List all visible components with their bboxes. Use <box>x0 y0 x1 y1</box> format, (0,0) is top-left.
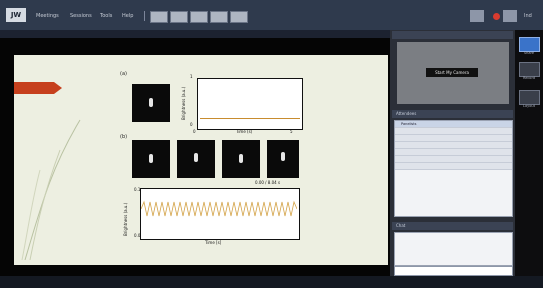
top-plot-x-end: 5 <box>290 129 293 134</box>
chat-header-label: Chat <box>396 223 406 228</box>
section-label: Panelists <box>401 122 417 126</box>
record-label: Record <box>522 76 536 80</box>
status-icon[interactable] <box>470 10 484 22</box>
app-logo: JW <box>6 8 26 22</box>
record-indicator-icon[interactable] <box>493 13 500 20</box>
cell-blob <box>239 154 243 163</box>
layout-label: Layout <box>523 104 535 108</box>
bottom-status-bar <box>0 276 543 288</box>
list-item[interactable] <box>395 142 512 149</box>
bottom-plot-series <box>141 200 297 217</box>
attendees-list: Panelists <box>394 120 513 217</box>
tool-button-4[interactable] <box>210 11 228 23</box>
tool-button-3[interactable] <box>190 11 208 23</box>
section-row[interactable]: Panelists <box>395 121 512 128</box>
menu-sessions[interactable]: Sessions <box>70 13 92 19</box>
chat-input[interactable] <box>394 266 513 276</box>
record-button[interactable] <box>519 62 540 77</box>
top-plot-x-start: 0 <box>193 129 196 134</box>
slide-toolbar <box>0 30 390 38</box>
bottom-plot-y-start: 0.0 <box>134 233 141 238</box>
grass-decoration <box>21 119 81 260</box>
user-label[interactable]: Ind <box>524 13 532 19</box>
toolbar-separator <box>144 11 145 21</box>
top-plot <box>197 78 303 130</box>
slide-arrow-decoration <box>14 82 62 94</box>
top-plot-series <box>200 118 300 119</box>
panel-a-label: (a) <box>120 71 127 77</box>
chat-area <box>394 232 513 266</box>
cell-blob <box>149 98 153 107</box>
list-item[interactable] <box>395 135 512 142</box>
tool-button-1[interactable] <box>150 11 168 23</box>
list-item[interactable] <box>395 128 512 135</box>
time-stamp: 0.00 / 8.04 s <box>255 180 281 185</box>
bottom-plot-ylabel: Brightness (a.u.) <box>123 202 128 236</box>
start-camera-button[interactable]: Start My Camera <box>426 68 478 77</box>
list-item[interactable] <box>395 163 512 170</box>
menu-meetings[interactable]: Meetings <box>36 13 59 19</box>
bottom-plot-xlabel: Time [s] <box>205 240 222 245</box>
tool-button-2[interactable] <box>170 11 188 23</box>
share-button[interactable] <box>519 37 540 52</box>
top-plot-ylabel: Brightness (a.u.) <box>181 86 186 120</box>
attendees-header-label: Attendees <box>396 111 417 116</box>
top-plot-xlabel: Time (s) <box>236 129 253 134</box>
share-label: Share <box>523 51 535 55</box>
menu-tools[interactable]: Tools <box>100 13 112 19</box>
audio-icon[interactable] <box>503 10 517 22</box>
attendees-header: Attendees <box>392 110 513 118</box>
video-panel-header <box>392 31 513 39</box>
list-item[interactable] <box>395 149 512 156</box>
cell-blob <box>281 152 285 161</box>
tool-button-5[interactable] <box>230 11 248 23</box>
menu-help[interactable]: Help <box>122 13 133 19</box>
layout-button[interactable] <box>519 90 540 105</box>
panel-b-label: (b) <box>120 134 128 140</box>
chat-header: Chat <box>392 222 513 230</box>
cell-blob <box>149 154 153 163</box>
cell-blob <box>194 153 198 162</box>
top-plot-y-end: 1 <box>190 74 193 79</box>
top-plot-y-start: 0 <box>190 122 193 127</box>
bottom-plot-y-end: 0.1 <box>134 187 141 192</box>
list-item[interactable] <box>395 156 512 163</box>
